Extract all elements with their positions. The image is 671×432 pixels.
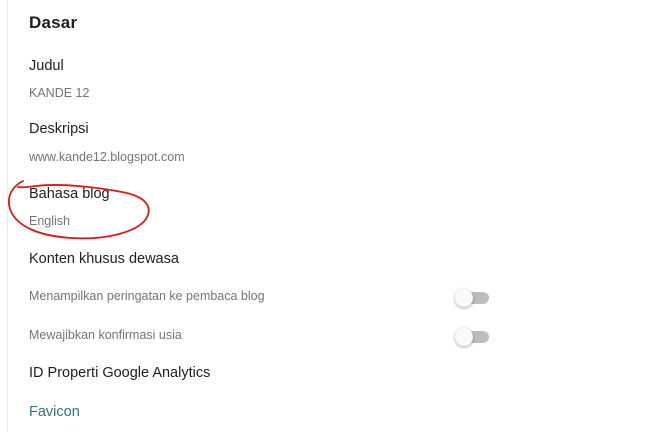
language-setting-label[interactable]: Bahasa blog [29, 186, 110, 202]
reader-warning-label: Menampilkan peringatan ke pembaca blog [29, 289, 265, 303]
language-setting-value[interactable]: English [29, 214, 70, 228]
reader-warning-toggle-row[interactable]: Menampilkan peringatan ke pembaca blog [29, 285, 491, 309]
age-confirmation-toggle-row[interactable]: Mewajibkan konfirmasi usia [29, 324, 491, 348]
description-setting-label[interactable]: Deskripsi [29, 121, 89, 137]
toggle-thumb [455, 289, 473, 307]
favicon-link[interactable]: Favicon [29, 404, 80, 420]
age-confirmation-label: Mewajibkan konfirmasi usia [29, 328, 182, 342]
analytics-property-label[interactable]: ID Properti Google Analytics [29, 365, 210, 381]
reader-warning-toggle[interactable] [455, 289, 489, 307]
blog-settings-page: Dasar Judul KANDE 12 Deskripsi www.kande… [0, 0, 671, 432]
title-setting-value[interactable]: KANDE 12 [29, 86, 89, 100]
description-setting-value[interactable]: www.kande12.blogspot.com [29, 150, 185, 164]
left-divider [7, 0, 8, 432]
adult-content-label: Konten khusus dewasa [29, 251, 179, 267]
title-setting-label[interactable]: Judul [29, 58, 64, 74]
age-confirmation-toggle[interactable] [455, 328, 489, 346]
toggle-thumb [455, 328, 473, 346]
section-title: Dasar [29, 13, 78, 32]
